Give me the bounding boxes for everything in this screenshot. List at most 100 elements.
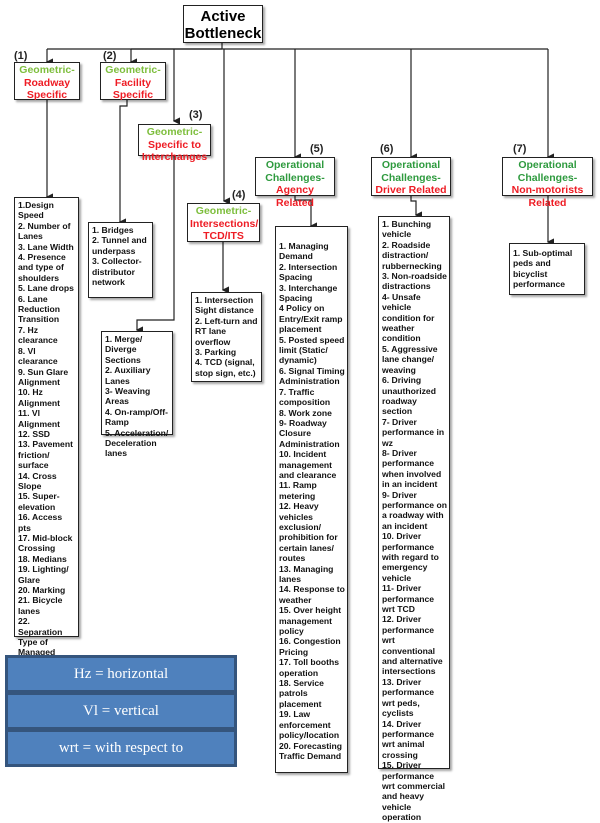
list-item: 15. Over height management policy	[279, 605, 342, 637]
list-item: 4. On-ramp/Off-Ramp	[105, 406, 169, 428]
list-item: 19. Law enforcement policy/location	[279, 709, 340, 741]
root-line2: Bottleneck	[184, 25, 262, 42]
cat1-red-label: Roadway Specific	[23, 76, 71, 102]
list-item: 15. Super-elevation	[18, 491, 60, 512]
list-intersections-tcd-its: 1. Intersection Sight distance 2. Left-tu…	[191, 292, 262, 382]
list-item: 5. Lane drops	[18, 283, 74, 294]
list-item: 16. Congestion Pricing	[279, 636, 341, 657]
list-item: 9- Driver performance on a roadway with …	[382, 489, 447, 531]
list-item: 7- Driver performance in wz	[382, 416, 445, 448]
cat5-number: (5)	[310, 143, 324, 155]
list-item: 10. Incident management and clearance	[279, 449, 337, 480]
list-item: 8- Driver performance when involved in a…	[382, 447, 442, 490]
cat6-number: (6)	[380, 143, 394, 155]
category-facility-specific: Geometric- Facility Specific	[100, 62, 166, 102]
list-item: 3. Collector-distributor network	[92, 256, 142, 288]
list-item: 3. Lane Width	[18, 241, 74, 252]
list-item: 11. Ramp metering	[279, 480, 317, 501]
list-item: 13. Driver performance wrt peds, cyclist…	[382, 676, 435, 719]
category-specific-to-interchanges: Geometric- Specific to Interchanges	[138, 124, 211, 163]
list-item: 3- Weaving Areas	[105, 386, 151, 407]
cat2-number: (2)	[103, 50, 117, 62]
list-item: 2. Intersection Spacing	[279, 261, 338, 283]
list-item: 18. Service patrols placement	[279, 678, 324, 709]
category-roadway-specific: Geometric- Roadway Specific	[14, 62, 80, 102]
list-item: 6. Driving unauthorized roadway section	[382, 375, 436, 417]
legend-wrt: wrt = with respect to	[5, 729, 237, 767]
list-item: 2. Left-turn and RT lane overflow	[195, 315, 258, 347]
list-item: 5. Acceleration/ Deceleration lanes	[105, 427, 169, 459]
list-item: 10. Hz Alignment	[18, 387, 61, 408]
list-item: 14. Response to weather	[279, 584, 345, 605]
list-item: 21. Bicycle lanes	[18, 595, 63, 616]
list-item: 13. Managing lanes	[279, 563, 334, 584]
list-item: 9. Sun Glare Alignment	[18, 366, 69, 387]
cat3-number: (3)	[189, 109, 203, 121]
list-facility-specific: 1. Bridges 2. Tunnel and underpass 3. Coll…	[88, 222, 153, 298]
list-item: 2. Roadside distraction/ rubbernecking	[382, 239, 442, 271]
list-item: 3. Non-roadside distractions	[382, 271, 447, 292]
list-item: 12. Driver performance wrt conventional …	[382, 614, 443, 677]
list-driver-related: 1. Bunching vehicle 2. Roadside distracti…	[378, 216, 450, 822]
list-item: 6. Lane Reduction Transition	[18, 293, 61, 325]
list-item: 18. Medians	[18, 553, 67, 564]
cat4-red-label: Intersections/ TCD/ITS	[190, 217, 259, 243]
list-item: 8. Work zone	[279, 407, 332, 418]
list-item: 4 Policy on Entry/Exit ramp placement	[279, 303, 343, 335]
legend-hz: Hz = horizontal	[5, 655, 237, 693]
cat1-number: (1)	[14, 50, 28, 62]
list-item: 2. Tunnel and underpass	[92, 235, 147, 256]
list-item: 1. Sub-optimal peds and bicyclist perfor…	[513, 248, 573, 290]
list-item: 14. Driver performance wrt animal crossi…	[382, 718, 435, 760]
list-item: 10. Driver performance with regard to em…	[382, 531, 439, 583]
list-item: 14. Cross Slope	[18, 470, 57, 491]
root-node-active-bottleneck: Active Bottleneck	[183, 5, 263, 43]
list-item: 1. Intersection Sight distance	[195, 295, 254, 316]
list-item: 11- Driver performance wrt TCD	[382, 583, 435, 615]
list-item: 20. Forecasting Traffic Demand	[279, 740, 343, 761]
category-intersections-tcd-its: Geometric- Intersections/ TCD/ITS	[187, 203, 260, 242]
cat4-green-label: Geometric-	[195, 205, 252, 217]
list-roadway-specific: 1.Design Speed 2. Number of Lanes 3. Lane …	[14, 197, 79, 668]
list-item: 17. Mid-block Crossing	[18, 533, 73, 554]
list-item: 7. Hz clearance	[18, 324, 58, 346]
cat2-green-label: Geometric-	[105, 64, 161, 76]
cat7-green-label: Operational Challenges-	[517, 159, 578, 184]
cat5-red-label: Agency Related	[276, 184, 314, 209]
list-item: 16. Access pts	[18, 512, 63, 533]
list-item: 8. Vl clearance	[18, 345, 58, 367]
list-item: 3. Interchange Spacing	[279, 282, 338, 304]
list-agency-related: 1. Managing Demand 2. Intersection Spacin…	[275, 226, 348, 773]
list-specific-to-interchanges: 1. Merge/ Diverge Sections 2. Auxiliary L…	[101, 331, 173, 458]
list-item: 2. Auxiliary Lanes	[105, 365, 151, 386]
list-non-motorists-related: 1. Sub-optimal peds and bicyclist perfor…	[509, 243, 585, 295]
list-item: 7. Traffic composition	[279, 386, 331, 408]
list-item: 20. Marking	[18, 585, 66, 596]
cat6-green-label: Operational Challenges-	[381, 159, 441, 184]
list-item: 1.Design Speed	[18, 200, 54, 221]
list-item: 1. Bridges	[92, 225, 134, 235]
list-item: 15. Driver performance wrt commercial an…	[382, 760, 446, 823]
list-item: 17. Toll booths operation	[279, 657, 339, 678]
cat3-red-label: Specific to Interchanges	[141, 138, 208, 164]
category-driver-related: Operational Challenges- Driver Related	[371, 157, 451, 196]
cat2-red-label: Facility Specific	[112, 76, 154, 102]
list-item: 9- Roadway Closure Administration	[279, 417, 340, 449]
list-item: 4- Unsafe vehicle condition for weather …	[382, 291, 435, 344]
list-item: 12. Heavy vehicles exclusion/ prohibitio…	[279, 501, 338, 564]
cat7-label: Operational Challenges- Non-motorists Re…	[505, 159, 590, 209]
list-item: 12. SSD	[18, 428, 51, 439]
list-item: 1. Managing Demand	[279, 241, 329, 262]
connector-cat2-list	[118, 100, 128, 226]
category-non-motorists-related: Operational Challenges- Non-motorists Re…	[502, 157, 593, 209]
list-item: 11. Vl Alignment	[18, 408, 61, 429]
legend-vl: Vl = vertical	[5, 692, 237, 730]
cat7-number: (7)	[513, 143, 527, 155]
connector-cat6-list	[410, 196, 422, 219]
cat4-number: (4)	[232, 189, 246, 201]
list-item: 4. Presence and type of shoulders	[18, 252, 66, 283]
cat7-red-label: Non-motorists Related	[511, 184, 584, 209]
list-item: 13. Pavement friction/ surface	[18, 439, 73, 471]
cat3-green-label: Geometric-	[146, 126, 203, 138]
cat6-red-label: Driver Related	[375, 184, 447, 196]
